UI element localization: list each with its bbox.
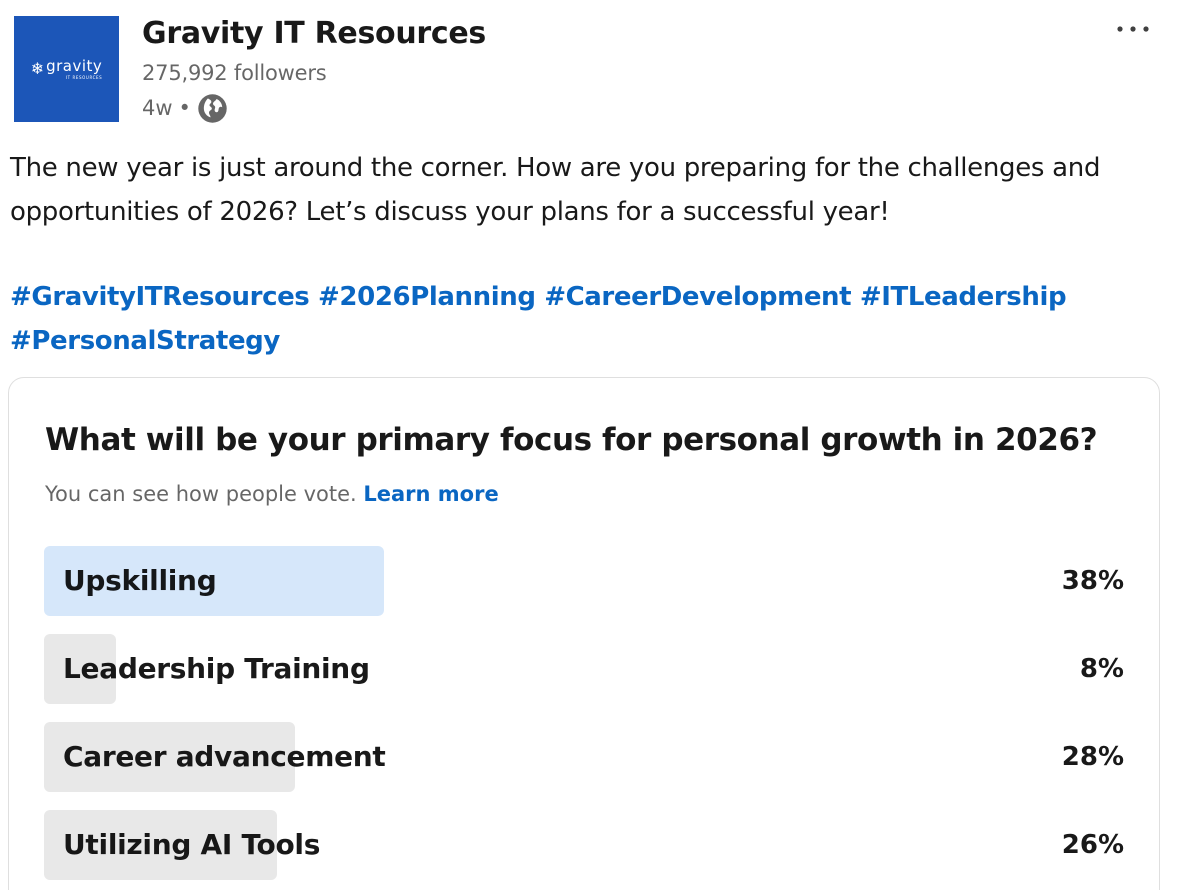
poll-option-label: Upskilling [63,564,217,597]
poll-option-label: Career advancement [63,740,386,773]
hashtag-link[interactable]: #CareerDevelopment [544,282,851,312]
post-meta: 4w • [142,92,228,124]
poll-option[interactable]: Leadership Training 8% [44,634,1124,704]
company-logo[interactable]: ❄ gravity IT RESOURCES [14,16,119,122]
hashtag-link[interactable]: #GravityITResources [10,282,310,312]
logo-wordmark: gravity [46,56,103,75]
post-age: 4w [142,96,173,120]
poll-option-label: Utilizing AI Tools [63,828,321,861]
snowflake-icon: ❄ [30,59,45,78]
poll-option[interactable]: Upskilling 38% [44,546,1124,616]
hashtag-link[interactable]: #2026Planning [318,282,536,312]
hashtag-list: #GravityITResources #2026Planning #Caree… [10,275,1170,363]
poll-option-percent: 28% [1061,742,1124,772]
more-options-button[interactable] [1113,14,1153,44]
poll-option[interactable]: Career advancement 28% [44,722,1124,792]
post-text: The new year is just around the corner. … [10,153,1101,227]
hashtag-link[interactable]: #ITLeadership [860,282,1067,312]
learn-more-link[interactable]: Learn more [363,482,498,506]
logo-subtext: IT RESOURCES [65,74,103,80]
globe-icon [197,93,228,124]
poll-visibility-note: You can see how people vote. Learn more [45,482,499,506]
poll-option-percent: 8% [1079,654,1124,684]
poll-option-percent: 38% [1061,566,1124,596]
poll-card: What will be your primary focus for pers… [8,377,1160,890]
ellipsis-icon [1117,26,1149,32]
logo-mark: ❄ gravity IT RESOURCES [30,56,103,80]
poll-question: What will be your primary focus for pers… [45,422,1098,458]
hashtag-link[interactable]: #PersonalStrategy [10,326,280,356]
meta-separator: • [178,96,191,120]
poll-option-percent: 26% [1061,830,1124,860]
company-name[interactable]: Gravity IT Resources [142,16,486,51]
poll-option-label: Leadership Training [63,652,370,685]
follower-count: 275,992 followers [142,61,327,85]
poll-option[interactable]: Utilizing AI Tools 26% [44,810,1124,880]
poll-note-text: You can see how people vote. [45,482,357,506]
feed-post: ❄ gravity IT RESOURCES Gravity IT Resour… [0,0,1177,890]
